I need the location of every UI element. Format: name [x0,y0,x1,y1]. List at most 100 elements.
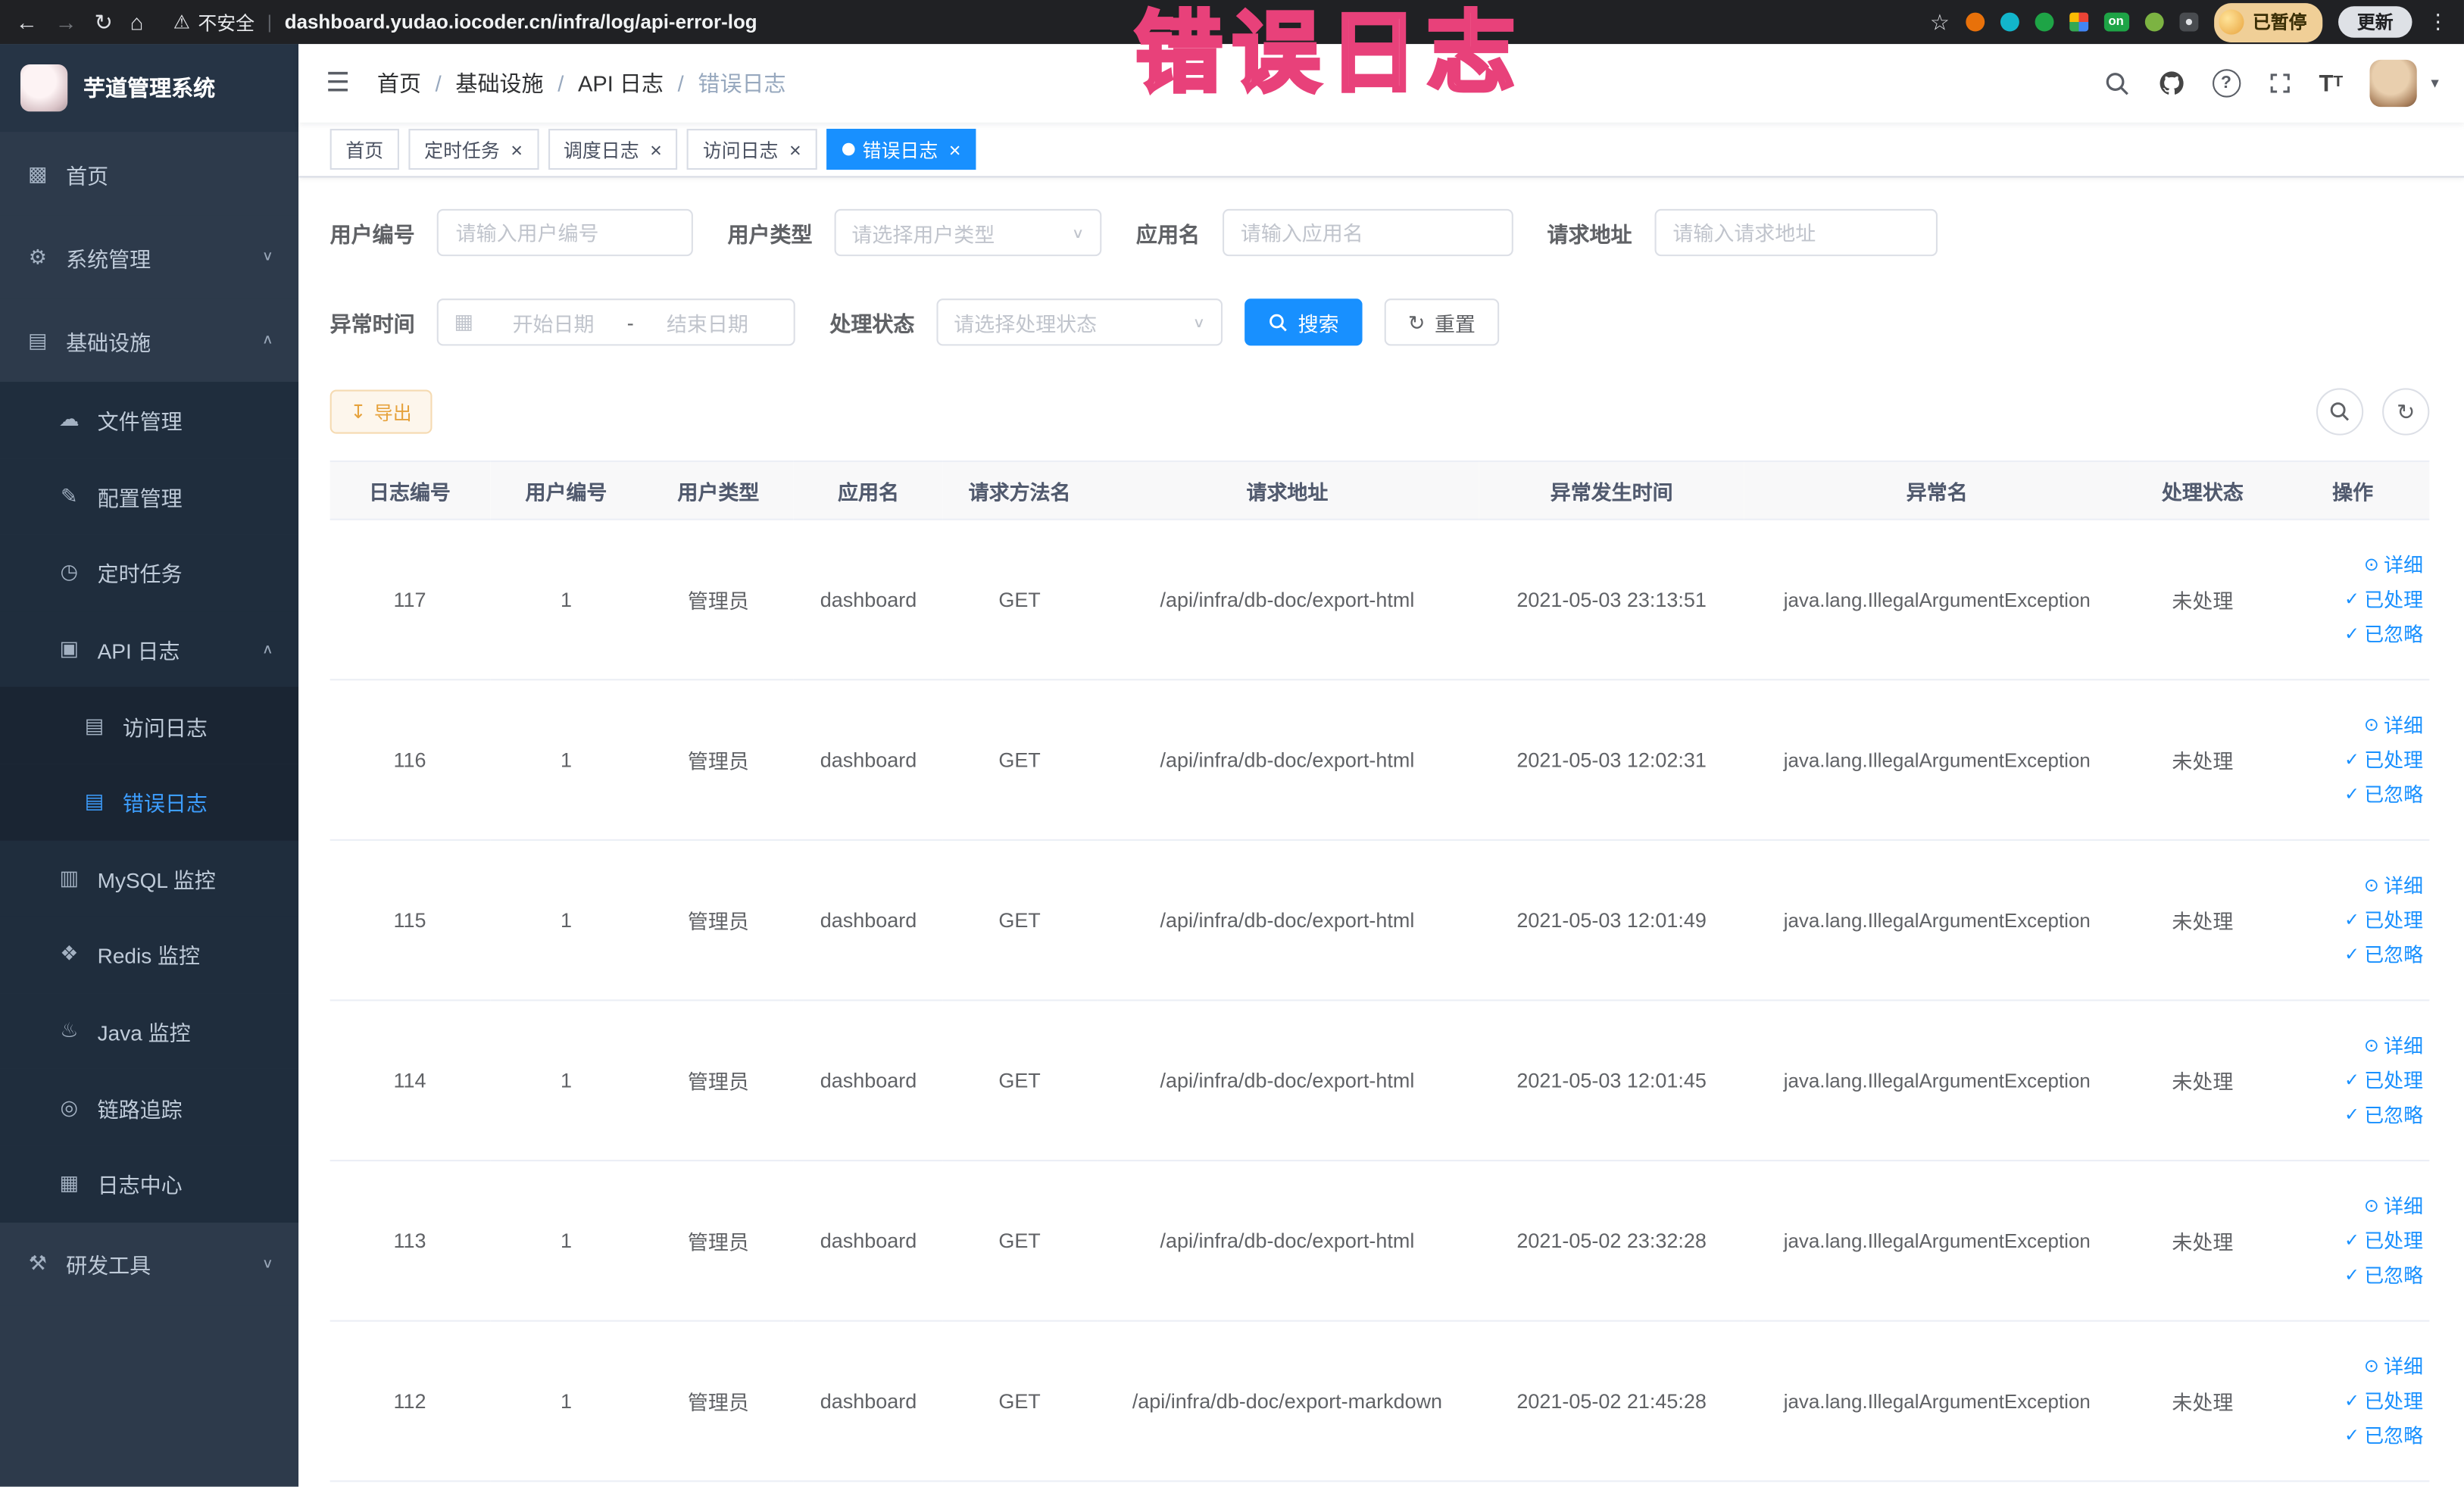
user-id-input[interactable] [436,208,693,257]
github-icon[interactable] [2157,69,2185,97]
detail-link[interactable]: ⊙ 详细 [2282,548,2423,583]
sidebar-item-error-log[interactable]: ▤ 错误日志 [0,764,299,841]
download-icon: ↧ [350,401,367,423]
detail-link[interactable]: ⊙ 详细 [2282,1029,2423,1064]
filter-label-process-status: 处理状态 [829,312,915,336]
table-row: 114 1 管理员 dashboard GET/api/infra/db-doc/exp… [329,1000,2430,1162]
sidebar-item-system-management[interactable]: ⚙ 系统管理 ∨ [0,215,299,299]
processed-label: 已处理 [2364,1229,2424,1252]
page-content: 用户编号 用户类型 请选择用户类型 ∨ 应用名 [298,177,2464,1487]
detail-label: 详细 [2384,554,2424,576]
ignored-label: 已忽略 [2364,623,2424,645]
breadcrumb-item[interactable]: 基础设施 [455,67,543,98]
sidebar-item-api-log[interactable]: ▣ API 日志 ∧ [0,611,299,688]
cell-user-type: 管理员 [642,1000,795,1162]
help-icon[interactable]: ? [2212,69,2241,98]
browser-menu-icon[interactable]: ⋮ [2428,9,2448,34]
sidebar-item-access-log[interactable]: ▤ 访问日志 [0,687,299,764]
breadcrumb-item[interactable]: API 日志 [578,67,664,98]
app-logo[interactable]: 芋道管理系统 [0,44,299,133]
trace-icon: ◎ [60,1095,79,1119]
extensions-on-badge[interactable]: on [2103,12,2129,32]
gear-icon: ⚙ [28,244,47,268]
sidebar-item-infrastructure[interactable]: ▤ 基础设施 ∧ [0,298,299,383]
profile-chip[interactable]: 已暂停 [2213,2,2323,42]
sidebar-collapse-icon[interactable]: ☰ [298,67,377,98]
toggle-search-button[interactable] [2316,388,2364,436]
tab-error-log[interactable]: 错误日志 × [826,129,977,170]
processed-link[interactable]: ✓ 已处理 [2282,1223,2423,1258]
browser-update-button[interactable]: 更新 [2338,6,2412,38]
check-icon: ✓ [2344,1231,2359,1251]
tab-close-icon[interactable]: × [650,139,662,160]
processed-link[interactable]: ✓ 已处理 [2282,583,2423,617]
refresh-table-button[interactable]: ↻ [2382,388,2430,436]
security-badge[interactable]: ⚠ 不安全 [173,8,255,35]
ignored-link[interactable]: ✓ 已忽略 [2282,1418,2423,1453]
fullscreen-icon[interactable] [2267,70,2292,95]
search-icon[interactable] [2103,70,2130,96]
extension-icon[interactable] [2000,12,2019,32]
sidebar-item-java-monitor[interactable]: ♨ Java 监控 [0,992,299,1070]
cell-user-id: 1 [489,519,643,681]
tab-job[interactable]: 定时任务 × [408,129,539,170]
extension-icon[interactable] [2144,12,2163,32]
reset-button[interactable]: ↻ 重置 [1384,298,1500,346]
extension-pin-icon[interactable] [2178,12,2198,32]
tab-close-icon[interactable]: × [789,139,801,160]
font-size-icon[interactable]: TT [2319,71,2343,95]
home-browser-icon[interactable]: ⌂ [130,11,144,33]
user-type-select[interactable]: 请选择用户类型 ∨ [834,208,1102,257]
export-button[interactable]: ↧ 导出 [329,389,433,434]
ignored-link[interactable]: ✓ 已忽略 [2282,1258,2423,1293]
processed-link[interactable]: ✓ 已处理 [2282,903,2423,938]
extension-icon[interactable] [2069,12,2088,32]
table-body: 117 1 管理员 dashboard GET/api/infra/db-doc/exp… [329,519,2430,1482]
reload-icon[interactable]: ↻ [94,11,112,33]
ignored-link[interactable]: ✓ 已忽略 [2282,937,2423,972]
detail-link[interactable]: ⊙ 详细 [2282,708,2423,743]
ignored-link[interactable]: ✓ 已忽略 [2282,777,2423,812]
back-icon[interactable]: ← [16,11,38,33]
breadcrumb-item[interactable]: 首页 [377,67,421,98]
extension-icon[interactable] [1965,12,1985,32]
ignored-link[interactable]: ✓ 已忽略 [2282,617,2423,651]
sidebar-item-redis-monitor[interactable]: ❖ Redis 监控 [0,916,299,993]
forward-icon[interactable]: → [55,11,77,33]
address-bar[interactable]: ⚠ 不安全 | dashboard.yudao.iocoder.cn/infra… [173,8,757,35]
process-status-select[interactable]: 请选择处理状态 ∨ [936,298,1223,346]
view-icon: ⊙ [2363,1036,2379,1056]
sidebar-item-log-center[interactable]: ▦ 日志中心 [0,1145,299,1223]
extension-icon[interactable] [2035,12,2053,32]
app-name-input[interactable] [1222,208,1513,257]
sidebar-item-label: 日志中心 [97,1174,183,1198]
tab-access-log[interactable]: 访问日志 × [687,129,817,170]
processed-link[interactable]: ✓ 已处理 [2282,1063,2423,1098]
search-button[interactable]: 搜索 [1244,298,1363,346]
infrastructure-icon: ▤ [28,327,48,351]
sidebar-item-dev-tools[interactable]: ⚒ 研发工具 ∨ [0,1222,299,1306]
detail-link[interactable]: ⊙ 详细 [2282,1189,2423,1223]
sidebar-item-config-management[interactable]: ✎ 配置管理 [0,458,299,535]
sidebar-item-home[interactable]: ▩ 首页 [0,132,299,216]
detail-link[interactable]: ⊙ 详细 [2282,868,2423,903]
cell-method: GET [942,1000,1097,1162]
request-url-input[interactable] [1654,208,1937,257]
tab-close-icon[interactable]: × [511,139,523,160]
processed-link[interactable]: ✓ 已处理 [2282,742,2423,777]
tab-close-icon[interactable]: × [949,139,961,160]
ignored-link[interactable]: ✓ 已忽略 [2282,1098,2423,1132]
exception-time-range-picker[interactable]: ▦ 开始日期 - 结束日期 [436,298,795,346]
sidebar-item-mysql-monitor[interactable]: ▥ MySQL 监控 [0,840,299,917]
tab-home[interactable]: 首页 [329,129,399,170]
view-icon: ⊙ [2363,555,2379,575]
sidebar-item-trace[interactable]: ◎ 链路追踪 [0,1069,299,1146]
tab-job-log[interactable]: 调度日志 × [548,129,678,170]
sidebar-item-file-management[interactable]: ☁ 文件管理 [0,382,299,458]
detail-link[interactable]: ⊙ 详细 [2282,1349,2423,1384]
bookmark-star-icon[interactable]: ☆ [1930,11,1950,33]
processed-link[interactable]: ✓ 已处理 [2282,1384,2423,1419]
chevron-down-icon[interactable]: ▾ [2431,75,2438,92]
sidebar-item-scheduled-jobs[interactable]: ◷ 定时任务 [0,534,299,611]
user-avatar[interactable] [2369,59,2417,108]
